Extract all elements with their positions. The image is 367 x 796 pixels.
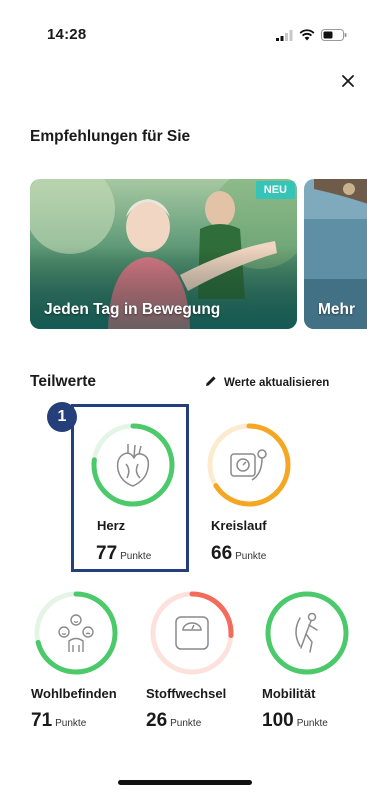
signal-icon (276, 28, 293, 46)
metric-value: 100 Punkte (262, 710, 328, 732)
people-mood-icon (51, 608, 101, 663)
recommendation-card-more[interactable]: Mehr (304, 179, 367, 329)
card-label: Mehr (318, 301, 356, 318)
scale-icon (167, 608, 217, 663)
metric-value: 26 Punkte (146, 710, 201, 732)
metric-name: Kreislauf (211, 518, 267, 533)
update-values-label: Werte aktualisieren (224, 376, 330, 389)
card-label: Jeden Tag in Bewegung (44, 301, 221, 318)
metric-score: 26 (146, 710, 168, 731)
home-indicator (118, 780, 252, 785)
metric-value: 71 Punkte (31, 710, 86, 732)
metric-score: 71 (31, 710, 53, 731)
recommendations-carousel[interactable]: NEU Jeden Tag in Bewegung Mehr (30, 179, 367, 329)
mobility-icon (282, 608, 332, 663)
recommendations-title: Empfehlungen für Sie (30, 128, 191, 145)
metric-score: 100 (262, 710, 294, 731)
close-button[interactable] (336, 71, 360, 95)
metric-unit: Punkte (55, 718, 87, 729)
update-values-button[interactable]: Werte aktualisieren (205, 375, 329, 390)
metric-name: Wohlbefinden (31, 686, 117, 701)
metric-score: 66 (211, 543, 233, 564)
metric-unit: Punkte (296, 718, 328, 729)
metric-name: Stoffwechsel (146, 686, 227, 701)
metric-unit: Punkte (170, 718, 202, 729)
status-time: 14:28 (47, 26, 87, 43)
step-badge: 1 (47, 402, 77, 432)
partial-values-title: Teilwerte (30, 373, 97, 390)
status-icons (276, 28, 347, 46)
highlight-box (71, 404, 189, 572)
metric-name: Mobilität (262, 686, 316, 701)
metric-unit: Punkte (235, 551, 267, 562)
pencil-icon (205, 375, 217, 390)
wifi-icon (299, 28, 315, 46)
recommendation-card-movement[interactable]: NEU Jeden Tag in Bewegung (30, 179, 297, 329)
close-icon (341, 74, 355, 93)
battery-icon (321, 28, 347, 46)
metric-value: 66 Punkte (211, 543, 266, 565)
status-bar: 14:28 (0, 0, 367, 60)
new-badge: NEU (255, 181, 295, 199)
blood-pressure-icon (224, 440, 274, 495)
